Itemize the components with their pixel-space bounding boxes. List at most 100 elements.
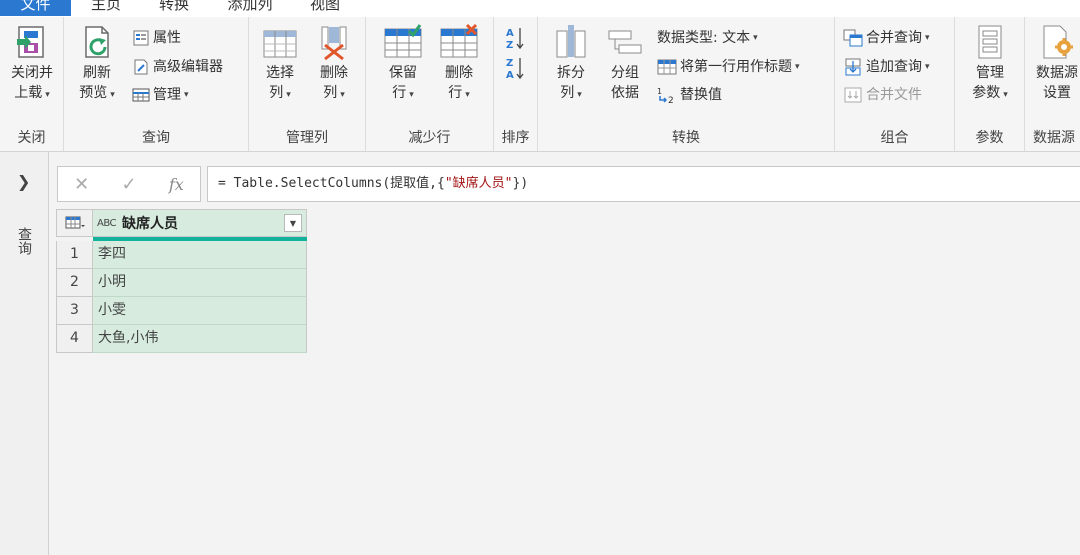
ribbon: 关闭并 上载 ▾ 关闭 刷新 预览 ▾ 属性 高级编辑器 管理 ▾ 查询 选择 … [0,17,1080,152]
table-row: 3 小雯 [56,297,307,325]
close-and-load-button[interactable]: 关闭并 上载 ▾ [2,23,62,105]
table-row: 4 大鱼,小伟 [56,325,307,353]
properties-button[interactable]: 属性 [132,27,181,49]
group-parameters: 管理 参数 ▾ 参数 [955,17,1025,151]
remove-columns-icon [321,26,347,61]
advanced-editor-label: 高级编辑器 [153,59,223,75]
data-source-settings-button[interactable]: 数据源 设置 [1029,23,1080,103]
manage-parameters-icon [978,25,1002,59]
remove-rows-label-1: 删除 [445,65,473,81]
table-cell[interactable]: 小雯 [93,297,307,325]
append-queries-button[interactable]: 追加查询 ▾ [843,56,930,78]
replace-values-button[interactable]: 1 2 替换值 [657,84,722,106]
group-by-button[interactable]: 分组 依据 [600,23,650,103]
split-column-icon [556,25,586,58]
properties-icon [133,30,149,46]
remove-rows-button[interactable]: 删除 行 ▾ [434,23,484,105]
table-cell[interactable]: 小明 [93,269,307,297]
group-label-reduce-rows: 减少行 [408,130,451,146]
use-first-row-as-headers-button[interactable]: 将第一行用作标题 ▾ [657,56,800,78]
manage-button[interactable]: 管理 ▾ [132,84,189,106]
table-cell[interactable]: 大鱼,小伟 [93,325,307,353]
manage-parameters-button[interactable]: 管理 参数 ▾ [963,23,1017,105]
data-type-dropdown[interactable]: 数据类型: 文本 ▾ [657,27,758,49]
refresh-preview-button[interactable]: 刷新 预览 ▾ [72,23,122,105]
queries-pane-label[interactable]: 查询 [14,227,34,255]
group-by-icon [608,30,642,54]
text-type-icon[interactable]: ABC [97,218,117,229]
group-by-label-2: 依据 [611,85,639,101]
remove-columns-label-1: 删除 [320,65,348,81]
replace-values-label: 替换值 [680,87,722,103]
svg-text:Z: Z [506,58,513,69]
group-label-transform: 转换 [672,130,700,146]
column-filter-dropdown-icon[interactable]: ▼ [284,214,302,232]
row-number: 2 [56,269,93,297]
column-header[interactable]: ABC 缺席人员 ▼ [93,209,307,237]
expand-pane-icon[interactable]: ❯ [17,172,30,191]
manage-label: 管理 [153,87,181,103]
group-data-source: 数据源 设置 数据源 [1025,17,1080,151]
tab-home[interactable]: 主页 [78,0,134,16]
data-source-settings-icon [1043,25,1073,59]
menu-bar: 文件 主页 转换 添加列 视图 [0,0,1080,17]
keep-rows-button[interactable]: 保留 行 ▾ [378,23,428,105]
group-query: 刷新 预览 ▾ 属性 高级编辑器 管理 ▾ 查询 [64,17,249,151]
sort-descending-icon: Z A [506,58,524,81]
close-load-label-2: 上载 [14,85,43,101]
group-manage-columns: 选择 列 ▾ 删除 列 ▾ 管理列 [249,17,366,151]
column-header-label: 缺席人员 [122,216,179,232]
choose-columns-button[interactable]: 选择 列 ▾ [255,23,305,105]
formula-prefix: = Table.SelectColumns(提取值,{ [218,176,445,191]
svg-text:1: 1 [657,87,662,96]
tab-view[interactable]: 视图 [298,0,352,16]
advanced-editor-button[interactable]: 高级编辑器 [132,56,223,78]
remove-rows-label-2: 行 [448,85,463,101]
svg-text:A: A [506,70,514,81]
cancel-formula-icon[interactable]: ✕ [58,174,105,195]
main-area: ✕ ✓ fx = Table.SelectColumns(提取值,{"缺席人员"… [49,152,1080,555]
group-label-query: 查询 [142,130,170,146]
table-row: 2 小明 [56,269,307,297]
table-menu-button[interactable] [56,209,93,237]
combine-files-label: 合并文件 [866,87,922,103]
group-transform: 拆分 列 ▾ 分组 依据 数据类型: 文本 ▾ 将第一行用作标题 ▾ 1 2 替… [538,17,835,151]
merge-queries-button[interactable]: 合并查询 ▾ [843,27,930,49]
formula-suffix: }) [512,176,529,191]
close-load-label-1: 关闭并 [11,65,53,81]
sort-descending-button[interactable]: Z A [506,55,529,81]
merge-queries-label: 合并查询 [866,30,922,46]
manage-parameters-label-2: 参数 [972,85,1001,101]
group-sort: A Z Z A 排序 [494,17,538,151]
remove-rows-icon [440,23,478,58]
combine-files-button[interactable]: 合并文件 [843,84,922,106]
group-by-label-1: 分组 [611,65,639,81]
group-label-data-source: 数据源 [1033,130,1075,146]
tab-file[interactable]: 文件 [0,0,71,16]
split-column-button[interactable]: 拆分 列 ▾ [546,23,596,105]
manage-parameters-label-1: 管理 [976,65,1004,81]
choose-columns-icon [263,30,297,58]
close-load-icon [17,26,44,58]
manage-table-icon [132,88,150,102]
formula-input[interactable]: = Table.SelectColumns(提取值,{"缺席人员"}) [207,166,1080,202]
table-row: 1 李四 [56,241,307,269]
commit-formula-icon[interactable]: ✓ [105,174,152,195]
combine-files-icon [844,87,862,103]
data-type-label: 数据类型: 文本 [657,30,751,46]
keep-rows-icon [384,24,422,58]
group-reduce-rows: 保留 行 ▾ 删除 行 ▾ 减少行 [366,17,494,151]
refresh-icon [85,26,109,58]
group-label-manage-columns: 管理列 [286,130,328,146]
row-number: 3 [56,297,93,325]
tab-transform[interactable]: 转换 [148,0,200,16]
fx-icon[interactable]: fx [153,175,200,194]
sort-ascending-button[interactable]: A Z [506,25,529,51]
remove-columns-label-2: 列 [323,85,338,101]
svg-text:A: A [506,28,514,39]
append-queries-icon [845,58,861,76]
svg-text:2: 2 [668,96,674,104]
remove-columns-button[interactable]: 删除 列 ▾ [309,23,359,105]
tab-add-column[interactable]: 添加列 [218,0,282,16]
table-cell[interactable]: 李四 [93,241,307,269]
